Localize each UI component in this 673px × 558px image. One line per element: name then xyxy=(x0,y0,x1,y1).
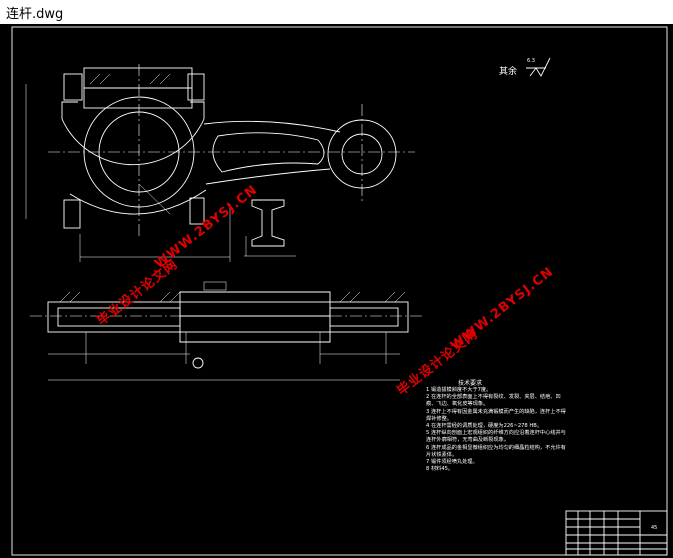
cad-drawing xyxy=(11,26,668,556)
shank-outline xyxy=(203,120,341,185)
section-web xyxy=(179,291,331,343)
surface-finish-value: 6.3 xyxy=(527,58,535,64)
drawing-border xyxy=(11,26,668,556)
title-block-note: 45 xyxy=(651,525,658,531)
shank-slot xyxy=(212,132,325,173)
tech-requirement-item: 8 材料45。 xyxy=(426,466,454,473)
window-title: 连杆.dwg xyxy=(6,7,64,22)
tech-requirements-list: 1 锻造拔模斜度不大于7度。 2 在连杆的全部表面上不得有裂纹、发裂、夹层、结疤… xyxy=(426,387,566,473)
bolt-bottom-left xyxy=(63,199,81,229)
i-beam-section xyxy=(251,199,285,247)
tech-requirement-item: 2 在连杆的全部表面上不得有裂纹、发裂、夹层、结疤、凹痕、飞边、氧化皮等现象。 xyxy=(426,394,561,408)
tech-requirements-title: 技术要求 xyxy=(458,380,483,387)
big-end-outline xyxy=(61,118,205,166)
drawing-canvas[interactable]: 其余 6.3 技术要求 1 锻造拔模斜度不大于7度。 2 在连杆的全部表面上不得… xyxy=(0,24,673,558)
datum-marker xyxy=(192,357,204,369)
bolt-top-left xyxy=(63,73,83,101)
window-titlebar: 连杆.dwg xyxy=(0,0,673,24)
bolt-top-right xyxy=(187,73,205,101)
tech-requirement-item: 6 连杆成品的金相显微组织应为均匀的细晶粒结构，不允许有片状铁素体。 xyxy=(426,444,566,458)
tech-requirement-item: 3 连杆上不得有因金属未充满锻模而产生的缺陷，连杆上不得焊补修整。 xyxy=(426,408,566,422)
tech-requirement-item: 5 连杆纵向剖面上宏观组织的纤维方向应沿着连杆中心线并与连杆外廓相符，无弯曲及断… xyxy=(426,430,566,444)
title-block xyxy=(565,510,668,556)
surface-finish-label: 其余 xyxy=(499,67,518,77)
